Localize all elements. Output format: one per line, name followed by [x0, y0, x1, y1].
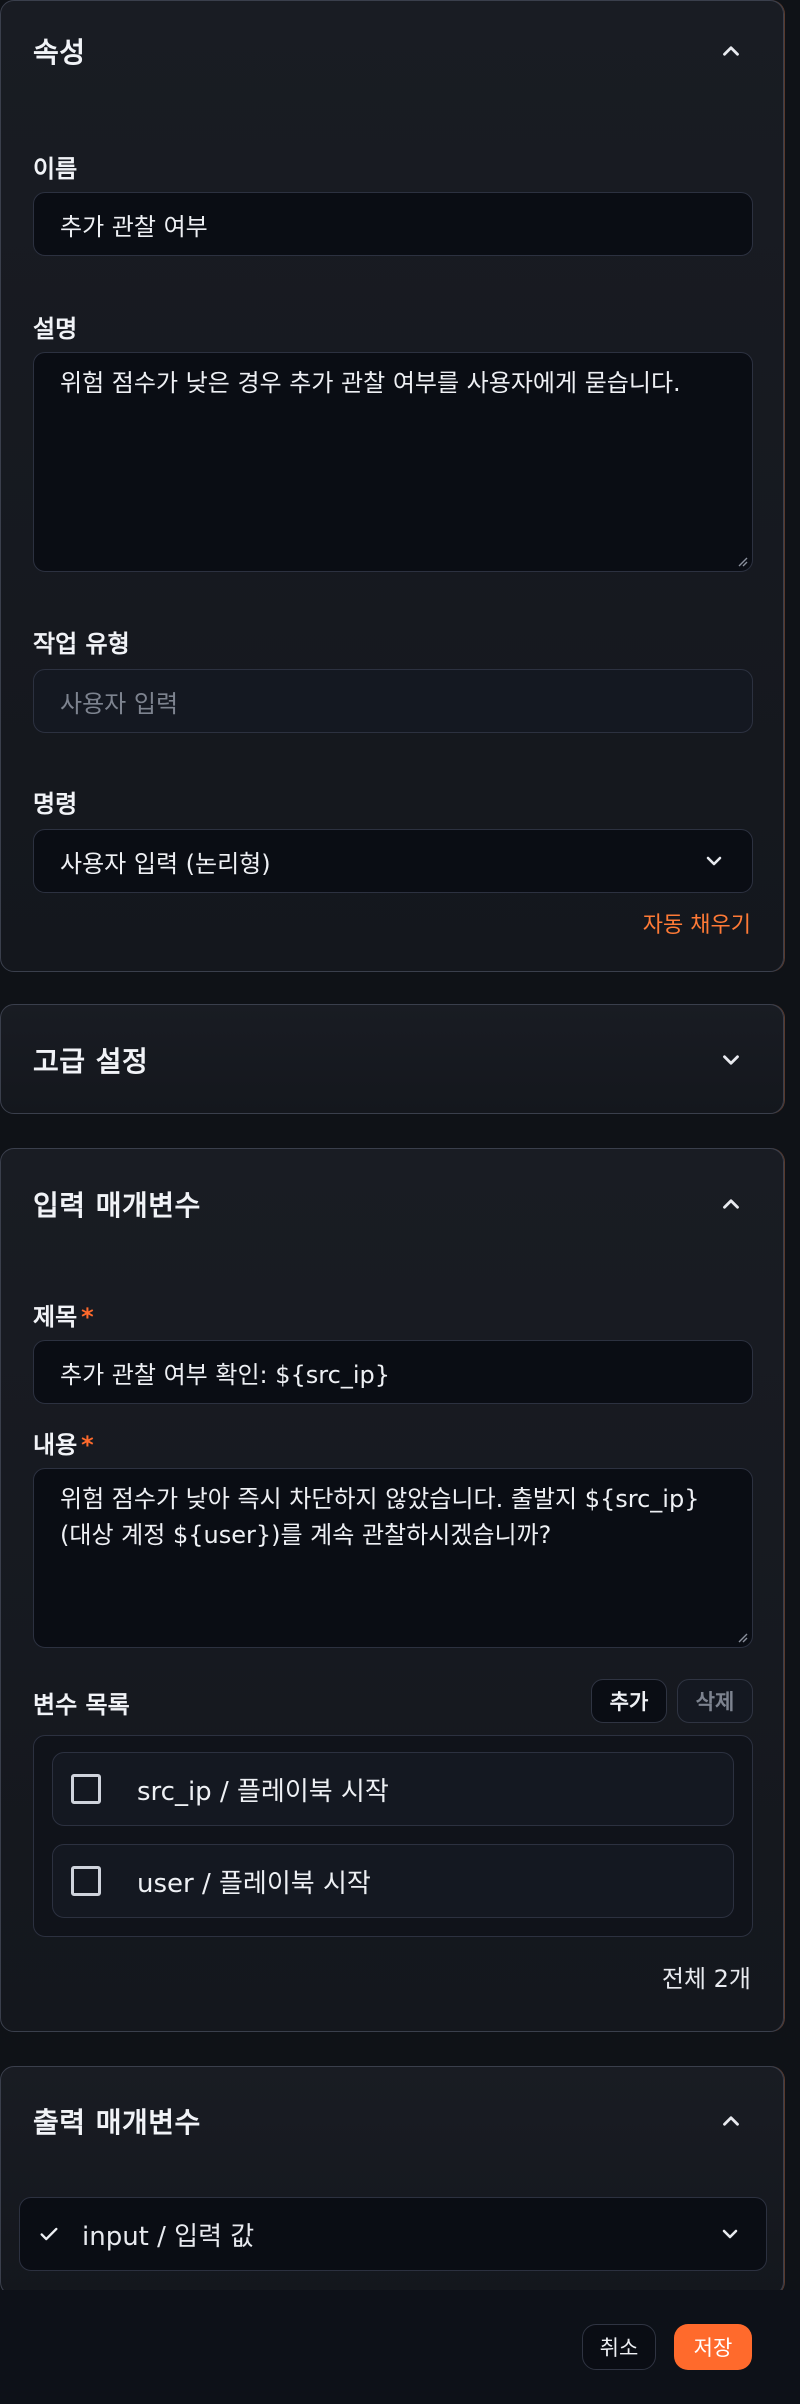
add-variable-button[interactable]: 추가: [591, 1679, 667, 1723]
cancel-button[interactable]: 취소: [582, 2324, 656, 2370]
variable-label: user / 플레이북 시작: [137, 1868, 371, 1899]
description-value: 위험 점수가 낮은 경우 추가 관찰 여부를 사용자에게 묻습니다.: [60, 369, 681, 397]
chevron-up-icon[interactable]: [711, 31, 751, 71]
autofill-link[interactable]: 자동 채우기: [643, 907, 751, 939]
name-label: 이름: [33, 155, 78, 183]
command-value: 사용자 입력 (논리형): [60, 849, 271, 878]
output-params-card: 출력 매개변수 input / 입력 값: [0, 2066, 784, 2296]
required-mark: *: [81, 1303, 94, 1331]
content-label: 내용 *: [33, 1425, 94, 1460]
var-list-label: 변수 목록: [33, 1691, 130, 1719]
advanced-card[interactable]: 고급 설정: [0, 1004, 784, 1114]
description-textarea[interactable]: 위험 점수가 낮은 경우 추가 관찰 여부를 사용자에게 묻습니다.: [33, 352, 753, 572]
subject-value: 추가 관찰 여부 확인: ${src_ip}: [60, 1360, 390, 1389]
content-textarea[interactable]: 위험 점수가 낮아 즉시 차단하지 않았습니다. 출발지 ${src_ip}(대…: [33, 1468, 753, 1648]
name-value: 추가 관찰 여부: [60, 212, 208, 241]
checkbox[interactable]: [71, 1866, 101, 1896]
output-param-item[interactable]: input / 입력 값: [19, 2197, 767, 2271]
task-type-label: 작업 유형: [33, 630, 130, 658]
command-select[interactable]: 사용자 입력 (논리형): [33, 829, 753, 893]
chevron-up-icon[interactable]: [711, 2101, 751, 2141]
delete-variable-button[interactable]: 삭제: [677, 1679, 753, 1723]
content-label-text: 내용: [33, 1431, 78, 1459]
subject-label-text: 제목: [33, 1303, 78, 1331]
chevron-down-icon: [706, 856, 722, 866]
properties-card: 속성 이름 추가 관찰 여부 설명 위험 점수가 낮은 경우 추가 관찰 여부를…: [0, 0, 784, 972]
properties-header[interactable]: 속성: [33, 31, 751, 71]
output-params-header[interactable]: 출력 매개변수: [33, 2101, 751, 2141]
total-count: 전체 2개: [661, 1965, 751, 1993]
list-item[interactable]: src_ip / 플레이북 시작: [52, 1752, 734, 1826]
task-type-placeholder: 사용자 입력: [60, 689, 179, 718]
advanced-title: 고급 설정: [33, 1045, 149, 1078]
chevron-down-icon[interactable]: [711, 1040, 751, 1080]
properties-title: 속성: [33, 36, 86, 69]
check-icon: [40, 2227, 58, 2241]
input-params-title: 입력 매개변수: [33, 1189, 201, 1222]
input-params-card: 입력 매개변수 제목 * 추가 관찰 여부 확인: ${src_ip} 내용 * 위…: [0, 1148, 784, 2032]
required-mark: *: [81, 1431, 94, 1459]
chevron-down-icon[interactable]: [718, 2222, 742, 2246]
resize-handle-icon[interactable]: [736, 1631, 748, 1643]
name-input[interactable]: 추가 관찰 여부: [33, 192, 753, 256]
advanced-header[interactable]: 고급 설정: [33, 1040, 751, 1080]
input-params-header[interactable]: 입력 매개변수: [33, 1184, 751, 1224]
content-value: 위험 점수가 낮아 즉시 차단하지 않았습니다. 출발지 ${src_ip}(대…: [60, 1485, 700, 1549]
output-param-left: input / 입력 값: [38, 2216, 254, 2253]
variable-list: src_ip / 플레이북 시작 user / 플레이북 시작: [33, 1735, 753, 1937]
resize-handle-icon[interactable]: [736, 555, 748, 567]
command-label: 명령: [33, 790, 78, 818]
task-type-input[interactable]: 사용자 입력: [33, 669, 753, 733]
page: 속성 이름 추가 관찰 여부 설명 위험 점수가 낮은 경우 추가 관찰 여부를…: [0, 0, 800, 2404]
checkbox[interactable]: [71, 1774, 101, 1804]
variable-label: src_ip / 플레이북 시작: [137, 1776, 389, 1807]
output-params-title: 출력 매개변수: [33, 2106, 201, 2139]
chevron-up-icon[interactable]: [711, 1184, 751, 1224]
subject-label: 제목 *: [33, 1297, 94, 1332]
description-label: 설명: [33, 315, 78, 343]
subject-input[interactable]: 추가 관찰 여부 확인: ${src_ip}: [33, 1340, 753, 1404]
output-param-label: input / 입력 값: [82, 2221, 255, 2252]
save-button[interactable]: 저장: [674, 2324, 752, 2370]
list-item[interactable]: user / 플레이북 시작: [52, 1844, 734, 1918]
